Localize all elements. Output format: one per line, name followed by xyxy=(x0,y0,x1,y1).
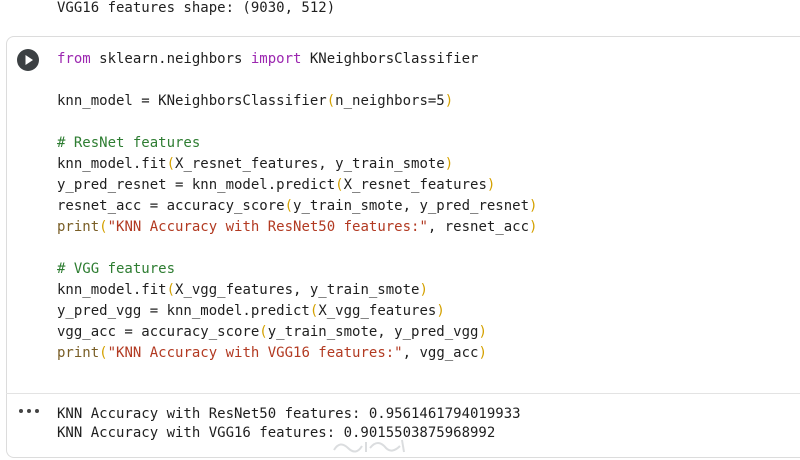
code-line: vgg_acc = accuracy_score(y_train_smote, … xyxy=(57,322,537,343)
play-icon xyxy=(25,55,33,65)
code-token: ) xyxy=(529,219,538,235)
code-token: "KNN Accuracy with VGG16 features:" xyxy=(107,345,403,361)
code-token: , vgg_acc xyxy=(402,345,479,361)
code-token: ( xyxy=(99,345,108,361)
code-token: ) xyxy=(436,303,445,319)
watermark-logo xyxy=(333,439,405,453)
code-token: KNeighborsClassifier xyxy=(301,51,479,67)
code-token: from xyxy=(57,51,91,67)
code-line: knn_model = KNeighborsClassifier(n_neigh… xyxy=(57,91,537,112)
code-token: X_vgg_features, y_train_smote xyxy=(175,282,420,298)
code-token: knn_model = KNeighborsClassifier xyxy=(57,93,327,109)
code-token: ( xyxy=(284,198,294,214)
code-token: import xyxy=(250,51,302,67)
code-token: ) xyxy=(486,177,496,193)
code-line: y_pred_vgg = knn_model.predict(X_vgg_fea… xyxy=(57,301,537,322)
code-token: , resnet_acc xyxy=(427,219,530,235)
code-token: print xyxy=(57,219,100,235)
code-token: y_pred_vgg = knn_model.predict xyxy=(57,303,310,319)
code-token: knn_model.fit xyxy=(57,156,167,172)
code-line: # VGG features xyxy=(57,259,537,280)
output-menu-button[interactable] xyxy=(19,403,39,419)
code-token: X_vgg_features xyxy=(318,303,437,319)
code-line: print("KNN Accuracy with ResNet50 featur… xyxy=(57,217,537,238)
code-line: print("KNN Accuracy with VGG16 features:… xyxy=(57,343,537,364)
more-horiz-icon xyxy=(19,409,23,413)
code-token: ) xyxy=(444,93,454,109)
code-token: ) xyxy=(478,345,487,361)
previous-cell-output: VGG16 features shape: (9030, 512) xyxy=(57,0,336,16)
code-token: y_pred_resnet = knn_model.predict xyxy=(57,177,336,193)
code-token: X_resnet_features, y_train_smote xyxy=(175,156,445,172)
code-line: from sklearn.neighbors import KNeighbors… xyxy=(57,49,537,70)
code-token: vgg_acc = accuracy_score xyxy=(57,324,260,340)
code-token: ( xyxy=(259,324,268,340)
code-token: ) xyxy=(478,324,487,340)
code-token: print xyxy=(57,345,100,361)
code-token: knn_model.fit xyxy=(57,282,167,298)
code-token: ( xyxy=(166,282,176,298)
code-line: resnet_acc = accuracy_score(y_train_smot… xyxy=(57,196,537,217)
code-token: resnet_acc = accuracy_score xyxy=(57,198,285,214)
code-token: y_train_smote, y_pred_resnet xyxy=(293,198,530,214)
output-line: KNN Accuracy with VGG16 features: 0.9015… xyxy=(57,425,496,441)
code-token: sklearn.neighbors xyxy=(90,51,251,67)
code-editor[interactable]: from sklearn.neighbors import KNeighbors… xyxy=(57,49,537,364)
code-token: # ResNet features xyxy=(57,135,201,151)
code-line: knn_model.fit(X_resnet_features, y_train… xyxy=(57,154,537,175)
output-line: KNN Accuracy with ResNet50 features: 0.9… xyxy=(57,406,521,422)
run-cell-button[interactable] xyxy=(17,49,39,71)
code-token: ) xyxy=(419,282,428,298)
code-token: ( xyxy=(99,219,108,235)
code-token: # VGG features xyxy=(57,261,176,277)
code-line: knn_model.fit(X_vgg_features, y_train_sm… xyxy=(57,280,537,301)
code-token: ( xyxy=(326,93,336,109)
code-token: ) xyxy=(529,198,538,214)
code-token: "KNN Accuracy with ResNet50 features:" xyxy=(107,219,428,235)
code-token: X_resnet_features xyxy=(343,177,487,193)
cell-output: KNN Accuracy with ResNet50 features: 0.9… xyxy=(57,405,521,443)
cell-output-divider xyxy=(6,393,800,394)
code-token: ( xyxy=(335,177,344,193)
code-token: y_train_smote, y_pred_vgg xyxy=(267,324,479,340)
code-token: ) xyxy=(444,156,454,172)
code-token: n_neighbors=5 xyxy=(335,93,445,109)
code-token: ( xyxy=(166,156,176,172)
code-line: # ResNet features xyxy=(57,133,537,154)
code-line: y_pred_resnet = knn_model.predict(X_resn… xyxy=(57,175,537,196)
